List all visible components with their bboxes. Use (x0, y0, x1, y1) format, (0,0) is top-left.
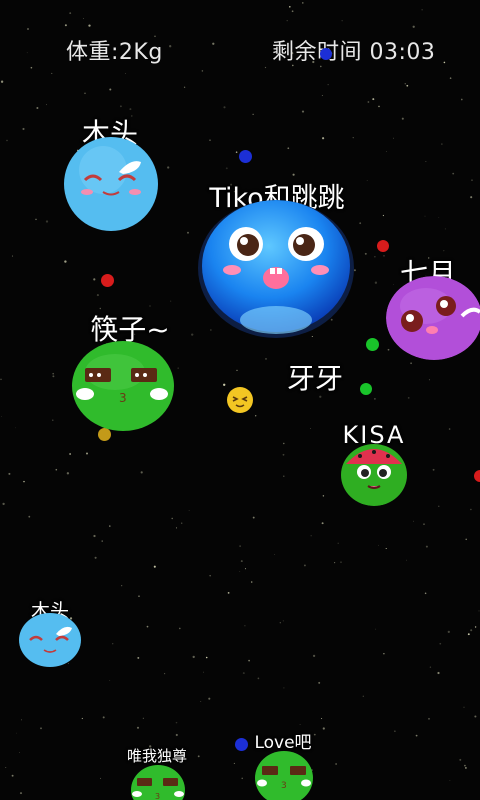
player-cell-green-chocolate-face[interactable]: 3 (254, 750, 314, 800)
player-cell-yellow-squint-emoji[interactable] (226, 386, 254, 414)
svg-text:3: 3 (119, 391, 127, 405)
time-remaining-display: 剩余时间 03:03 (272, 40, 436, 65)
svg-text:3: 3 (281, 781, 287, 791)
game-arena[interactable]: 体重:2Kg 剩余时间 03:03 木头 Tiko和跳跳 七月 筷子~ 3 牙牙… (0, 0, 480, 800)
player-cell-sky-blue-squint-face[interactable] (18, 612, 82, 668)
weight-display: 体重:2Kg (66, 40, 163, 65)
food-pellet-green (366, 338, 379, 351)
food-pellet-red (474, 470, 480, 482)
food-pellet-red (377, 240, 389, 252)
player-cell-purple-bear-face[interactable] (386, 276, 480, 360)
player-name: 牙牙 (286, 362, 344, 395)
food-pellet-blue (320, 48, 332, 60)
svg-text:3: 3 (155, 792, 160, 800)
player-name: 唯我独尊 (126, 747, 188, 765)
food-pellet-blue (239, 150, 252, 163)
food-pellet-blue (235, 738, 248, 751)
player-cell-green-chocolate-face[interactable]: 3 (71, 340, 175, 432)
player-cell-watermelon-face[interactable] (340, 442, 408, 506)
food-pellet-red (101, 274, 114, 287)
player-cell-blue-jelly-octopus[interactable] (196, 200, 356, 342)
player-cell-sky-blue-squint-face[interactable] (63, 136, 159, 232)
food-pellet-green (360, 383, 372, 395)
